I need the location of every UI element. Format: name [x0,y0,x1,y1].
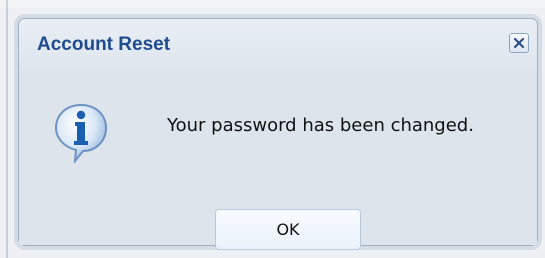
info-icon [54,103,108,163]
account-reset-dialog: Account Reset Your password has been cha… [18,18,538,250]
dialog-title: Account Reset [37,34,171,55]
close-icon [513,37,525,49]
close-button[interactable] [509,33,529,53]
dialog-body: Your password has been changed. OK [19,69,537,250]
page-top-strip [0,0,545,8]
dialog-message: Your password has been changed. [167,115,474,136]
ok-button[interactable]: OK [215,209,361,250]
dialog-header: Account Reset [19,19,537,69]
page-left-divider [6,0,8,258]
